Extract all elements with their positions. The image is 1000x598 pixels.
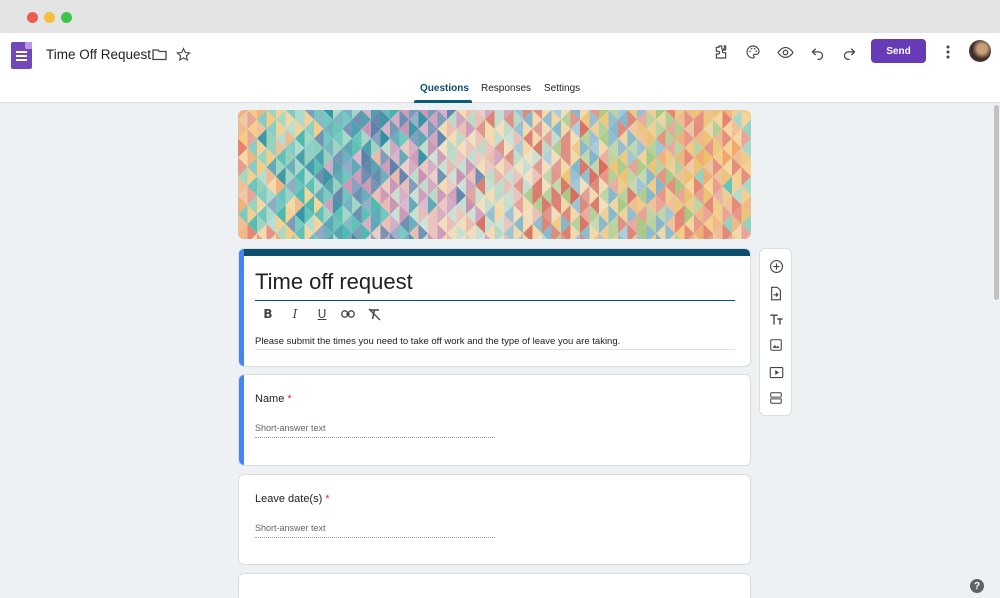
selected-indicator: [239, 375, 244, 465]
tab-settings[interactable]: Settings: [544, 83, 580, 94]
question-card-partial[interactable]: [238, 573, 751, 598]
question-title[interactable]: Leave date(s) *: [255, 493, 330, 505]
add-video-icon[interactable]: [768, 364, 784, 380]
preview-eye-icon[interactable]: [776, 43, 794, 61]
add-question-icon[interactable]: [768, 258, 784, 274]
clear-format-icon[interactable]: [367, 307, 381, 321]
theme-top-bar: [239, 249, 750, 256]
add-section-icon[interactable]: [768, 390, 784, 406]
answer-underline: [255, 437, 495, 438]
browser-window: Time Off Request Send Questions Response…: [0, 0, 1000, 598]
form-title[interactable]: Time off request: [255, 269, 413, 295]
user-avatar[interactable]: [969, 40, 991, 62]
send-button[interactable]: Send: [871, 39, 926, 63]
question-title-text: Leave date(s): [255, 493, 323, 505]
floating-toolbar: [759, 248, 792, 416]
forms-icon[interactable]: [11, 42, 32, 69]
form-description[interactable]: Please submit the times you need to take…: [255, 336, 620, 347]
app-header: Time Off Request Send Questions Response…: [0, 33, 1000, 103]
palette-icon[interactable]: [744, 43, 762, 61]
link-icon[interactable]: [341, 307, 355, 321]
folder-icon[interactable]: [151, 46, 167, 62]
help-icon[interactable]: ?: [970, 579, 984, 593]
short-answer-placeholder: Short-answer text: [255, 423, 326, 433]
title-underline: [255, 300, 735, 301]
required-asterisk: *: [287, 393, 292, 405]
star-icon[interactable]: [175, 46, 191, 62]
answer-underline: [255, 537, 495, 538]
more-vert-icon[interactable]: [941, 43, 955, 61]
required-asterisk: *: [325, 493, 330, 505]
add-image-icon[interactable]: [768, 337, 784, 353]
description-underline: [255, 349, 735, 350]
underline-icon[interactable]: U: [315, 307, 329, 321]
question-title[interactable]: Name *: [255, 393, 292, 405]
add-title-icon[interactable]: [768, 311, 784, 327]
scrollbar[interactable]: [994, 105, 999, 300]
form-header-card[interactable]: Time off request B I U Please submit the…: [238, 248, 751, 367]
window-zoom-button[interactable]: [61, 12, 72, 23]
italic-icon[interactable]: I: [288, 307, 302, 321]
window-minimize-button[interactable]: [44, 12, 55, 23]
tab-questions[interactable]: Questions: [420, 83, 469, 94]
header-banner-image: [238, 110, 751, 239]
question-card-name[interactable]: Name * Short-answer text: [238, 374, 751, 466]
undo-icon[interactable]: [808, 43, 826, 61]
bold-icon[interactable]: B: [261, 307, 275, 321]
short-answer-placeholder: Short-answer text: [255, 523, 326, 533]
addon-icon[interactable]: [712, 43, 730, 61]
document-title[interactable]: Time Off Request: [46, 47, 151, 62]
import-questions-icon[interactable]: [768, 285, 784, 301]
question-title-text: Name: [255, 393, 285, 405]
question-card-leave-dates[interactable]: Leave date(s) * Short-answer text: [238, 474, 751, 565]
window-titlebar: [0, 0, 1000, 33]
active-tab-indicator: [414, 100, 472, 103]
redo-icon[interactable]: [840, 43, 858, 61]
tab-responses[interactable]: Responses: [481, 83, 531, 94]
window-close-button[interactable]: [27, 12, 38, 23]
selected-indicator: [239, 249, 244, 366]
